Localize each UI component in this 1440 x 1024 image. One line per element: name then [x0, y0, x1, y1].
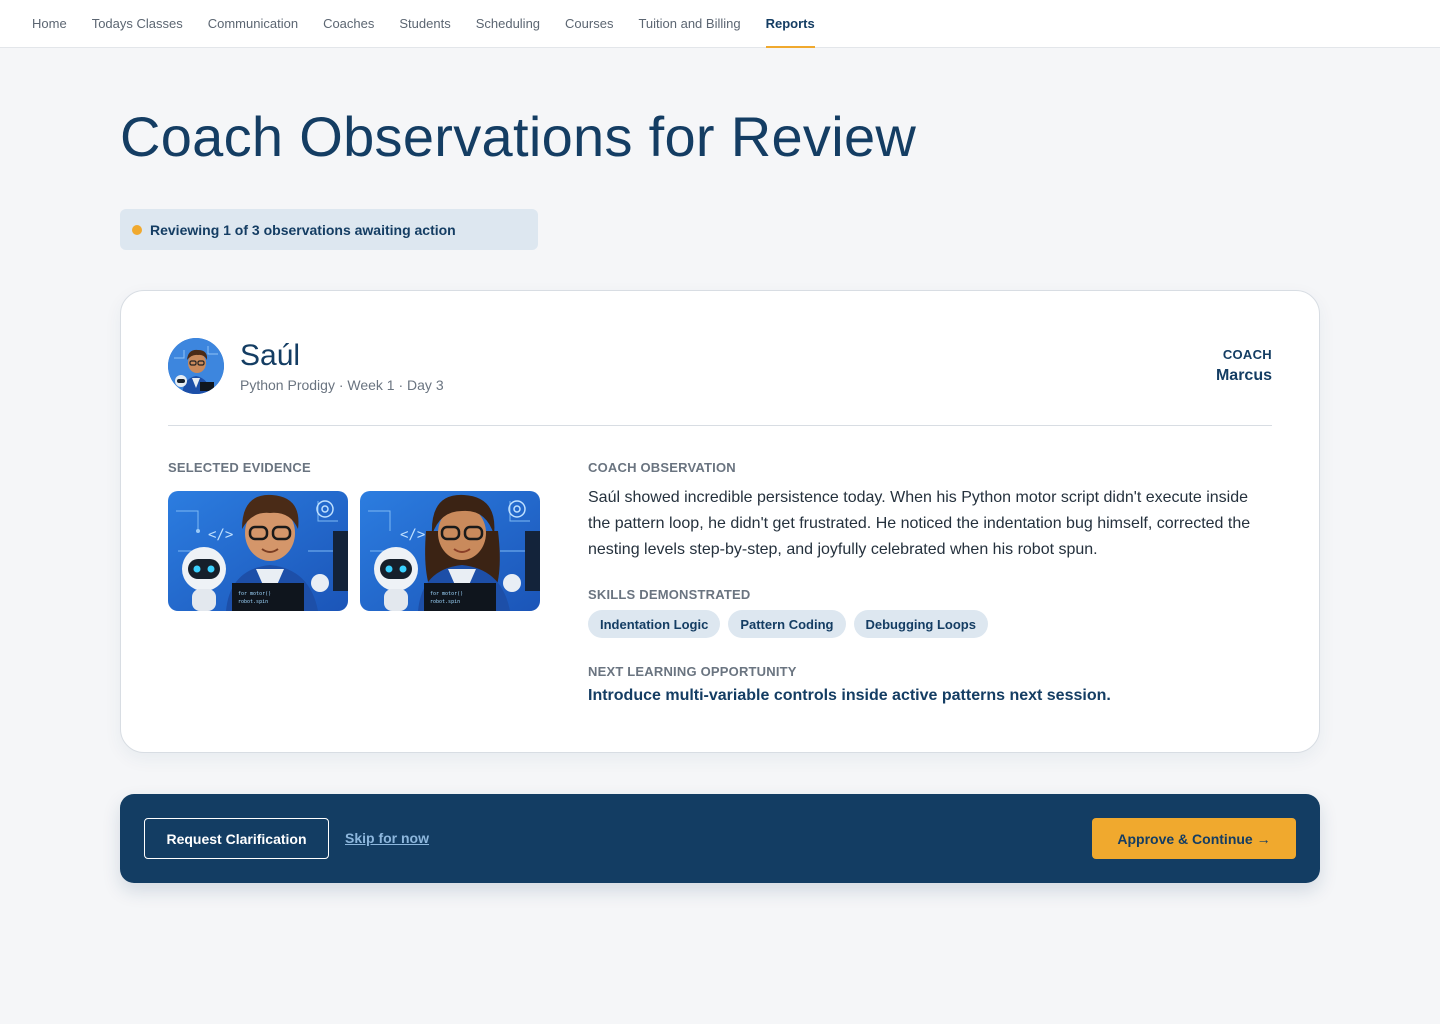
student-avatar: [168, 338, 224, 394]
nav-item-students[interactable]: Students: [399, 0, 450, 47]
skill-chip: Debugging Loops: [853, 610, 988, 638]
nav-item-reports[interactable]: Reports: [765, 0, 815, 48]
next-opportunity-text: Introduce multi-variable controls inside…: [588, 687, 1111, 704]
skill-chip: Pattern Coding: [728, 610, 846, 638]
status-banner: Reviewing 1 of 3 observations awaiting a…: [120, 209, 538, 250]
evidence-image-girl[interactable]: </> for motor() robot.spin: [360, 491, 540, 611]
action-bar: Request Clarification Skip for now Appro…: [120, 794, 1320, 883]
nav-item-home[interactable]: Home: [32, 0, 67, 47]
evidence-label: SELECTED EVIDENCE: [168, 460, 311, 475]
observation-label: COACH OBSERVATION: [588, 460, 736, 475]
nav-item-courses[interactable]: Courses: [565, 0, 613, 47]
svg-text:robot.spin: robot.spin: [430, 599, 460, 605]
status-text: Reviewing 1 of 3 observations awaiting a…: [150, 221, 456, 238]
svg-text:for motor(): for motor(): [430, 591, 463, 597]
svg-text:</>: </>: [208, 527, 233, 543]
page-title: Coach Observations for Review: [120, 105, 917, 168]
skills-list: Indentation Logic Pattern Coding Debuggi…: [588, 610, 988, 638]
student-meta: Python Prodigy · Week 1 · Day 3: [240, 377, 444, 393]
next-opportunity-label: NEXT LEARNING OPPORTUNITY: [588, 664, 797, 679]
top-nav: Home Todays Classes Communication Coache…: [0, 0, 1440, 48]
coach-name: Marcus: [1215, 367, 1272, 384]
nav-item-todays-classes[interactable]: Todays Classes: [92, 0, 183, 47]
svg-text:for motor(): for motor(): [238, 591, 271, 597]
skills-label: SKILLS DEMONSTRATED: [588, 587, 751, 602]
request-clarification-button[interactable]: Request Clarification: [144, 818, 329, 859]
evidence-image-boy[interactable]: </> for motor() robot.spin: [168, 491, 348, 611]
coach-label: COACH: [1222, 347, 1272, 362]
svg-text:</>: </>: [400, 527, 425, 543]
status-dot-icon: [132, 224, 142, 235]
observation-card: Saúl Python Prodigy · Week 1 · Day 3 COA…: [120, 290, 1320, 753]
skip-link[interactable]: Skip for now: [345, 830, 429, 846]
nav-item-communication[interactable]: Communication: [208, 0, 298, 47]
svg-text:robot.spin: robot.spin: [238, 599, 268, 605]
card-divider: [168, 425, 1272, 426]
approve-continue-button[interactable]: Approve & Continue →: [1092, 818, 1296, 859]
nav-item-scheduling[interactable]: Scheduling: [476, 0, 540, 47]
nav-item-tuition-billing[interactable]: Tuition and Billing: [638, 0, 740, 47]
nav-item-coaches[interactable]: Coaches: [323, 0, 374, 47]
observation-text: Saúl showed incredible persistence today…: [588, 489, 1251, 558]
skill-chip: Indentation Logic: [588, 610, 721, 638]
student-name: Saúl: [240, 339, 301, 372]
